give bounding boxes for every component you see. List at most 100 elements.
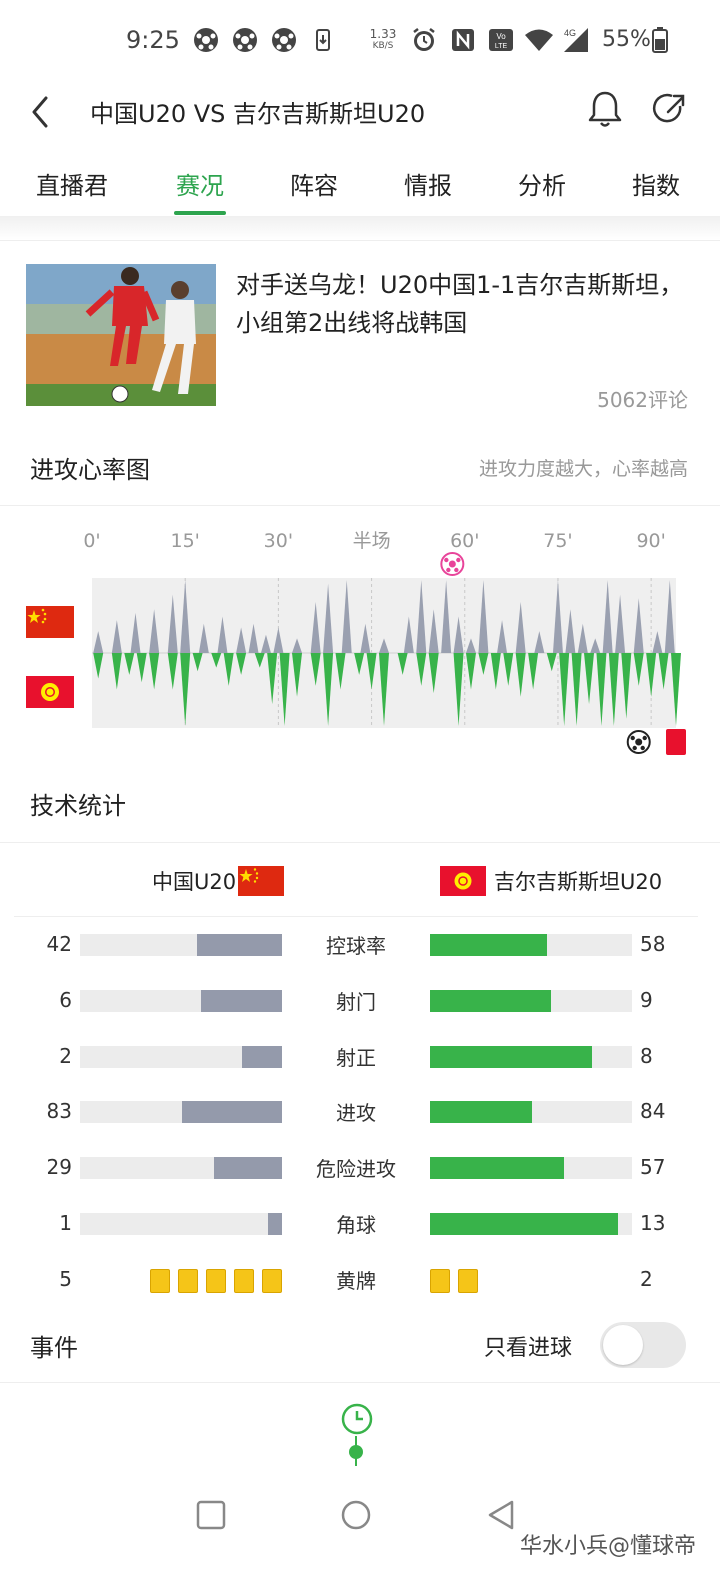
tab-lineup[interactable]: 阵容 bbox=[269, 166, 359, 201]
stat-home-value: 29 bbox=[46, 1155, 72, 1180]
news-thumbnail[interactable] bbox=[26, 264, 216, 406]
time-axis-label: 0' bbox=[83, 530, 100, 552]
signal-4g-icon: 4G bbox=[564, 28, 588, 52]
stat-label: 进攻 bbox=[336, 1101, 376, 1126]
tab-bar: 直播君 赛况 阵容 情报 分析 指数 bbox=[0, 150, 720, 216]
stat-away-value: 9 bbox=[640, 987, 653, 1012]
stat-row: 1 角球 13 bbox=[0, 1205, 720, 1245]
soccer-ball-icon bbox=[626, 730, 651, 754]
bell-icon[interactable] bbox=[586, 88, 624, 130]
download-icon bbox=[316, 29, 330, 51]
kyrgyzstan-flag-icon bbox=[440, 866, 486, 896]
tab-analysis[interactable]: 分析 bbox=[497, 166, 587, 201]
stat-home-value: 5 bbox=[59, 1267, 72, 1291]
home-stat-bar-fill bbox=[201, 989, 282, 1012]
home-stat-bar bbox=[80, 1157, 282, 1180]
svg-text:4G: 4G bbox=[564, 28, 576, 38]
stat-home-value: 83 bbox=[46, 1099, 72, 1124]
stat-label: 射正 bbox=[336, 1045, 376, 1070]
home-stat-bar bbox=[80, 989, 282, 1012]
away-stat-bar-fill bbox=[430, 1045, 592, 1068]
goals-only-toggle[interactable] bbox=[600, 1322, 686, 1368]
goals-only-label: 只看进球 bbox=[484, 1336, 573, 1361]
alarm-icon bbox=[413, 28, 435, 51]
time-axis-label: 30' bbox=[264, 530, 293, 552]
news-headline[interactable]: 对手送乌龙！U20中国1-1吉尔吉斯斯坦，小组第2出线将战韩国 bbox=[236, 266, 696, 342]
away-stat-bar bbox=[430, 1101, 632, 1124]
time-axis-labels: 0' 15' 30' 半场 60' 75' 90' bbox=[83, 530, 666, 552]
stat-row-yellow-cards: 5 黄牌 2 bbox=[0, 1261, 720, 1301]
home-stat-bar bbox=[80, 934, 282, 956]
home-stat-bar bbox=[80, 1101, 282, 1124]
stats-title: 技术统计 bbox=[30, 792, 126, 820]
stat-home-value: 2 bbox=[59, 1043, 72, 1068]
soccer-ball-icon bbox=[233, 28, 257, 52]
recent-apps-icon[interactable] bbox=[196, 1500, 226, 1530]
share-icon[interactable] bbox=[650, 88, 688, 130]
wifi-icon bbox=[525, 29, 553, 51]
red-card-icon bbox=[666, 729, 686, 755]
soccer-ball-icon bbox=[272, 28, 296, 52]
nav-back-icon[interactable] bbox=[486, 1499, 516, 1531]
tab-live[interactable]: 直播君 bbox=[27, 166, 117, 201]
tab-odds[interactable]: 指数 bbox=[611, 166, 701, 201]
away-stat-bar bbox=[430, 1213, 632, 1235]
battery-icon bbox=[652, 27, 668, 53]
toggle-knob bbox=[603, 1325, 643, 1365]
away-stat-bar bbox=[430, 1157, 632, 1180]
stat-label: 角球 bbox=[336, 1213, 376, 1237]
yellow-card-icon bbox=[430, 1269, 450, 1293]
yellow-card-icon bbox=[262, 1269, 282, 1293]
home-stat-bar bbox=[80, 1213, 282, 1235]
stat-home-value: 42 bbox=[46, 932, 72, 956]
home-stat-bar-fill bbox=[181, 1101, 282, 1124]
network-speed: 1.33 KB/S bbox=[368, 28, 398, 52]
yellow-card-icon bbox=[178, 1269, 198, 1293]
away-stat-bar-fill bbox=[430, 1157, 564, 1180]
status-time: 9:25 bbox=[126, 26, 180, 54]
home-team-name: 中国U20 bbox=[152, 870, 237, 894]
yellow-card-icon bbox=[150, 1269, 170, 1293]
svg-text:LTE: LTE bbox=[495, 43, 508, 50]
battery-percent: 55% bbox=[602, 27, 651, 52]
away-stat-bar bbox=[430, 989, 632, 1012]
divider bbox=[0, 240, 720, 241]
stat-away-value: 58 bbox=[640, 932, 666, 956]
stat-row: 29 危险进攻 57 bbox=[0, 1149, 720, 1189]
stat-label: 射门 bbox=[336, 989, 376, 1014]
home-stat-bar-fill bbox=[197, 934, 282, 956]
away-stat-bar-fill bbox=[430, 989, 552, 1012]
divider bbox=[0, 1382, 720, 1383]
time-axis-label: 15' bbox=[170, 530, 199, 552]
active-tab-indicator bbox=[174, 211, 226, 215]
news-comment-count: 5062评论 bbox=[597, 388, 688, 412]
attack-heart-rate-chart: 0' 15' 30' 半场 60' 75' 90' bbox=[26, 530, 686, 755]
svg-text:Vo: Vo bbox=[496, 32, 506, 41]
stat-row: 42 控球率 58 bbox=[0, 926, 720, 966]
chart-team-flags bbox=[26, 606, 74, 708]
home-icon[interactable] bbox=[340, 1499, 372, 1531]
soccer-ball-icon bbox=[194, 28, 218, 52]
kyrgyzstan-flag-icon bbox=[26, 676, 74, 708]
stat-away-value: 57 bbox=[640, 1155, 666, 1180]
time-axis-label: 半场 bbox=[353, 530, 391, 552]
events-title: 事件 bbox=[30, 1334, 78, 1362]
yellow-card-icon bbox=[234, 1269, 254, 1293]
divider bbox=[0, 842, 720, 843]
tab-bar-shadow bbox=[0, 216, 720, 240]
stat-away-value: 13 bbox=[640, 1211, 666, 1235]
home-stat-bar-fill bbox=[267, 1213, 282, 1235]
tab-match-status[interactable]: 赛况 bbox=[155, 166, 245, 201]
china-flag-icon bbox=[26, 606, 74, 638]
time-axis-label: 75' bbox=[543, 530, 572, 552]
tab-intel[interactable]: 情报 bbox=[383, 166, 473, 201]
away-stat-bar-fill bbox=[430, 934, 548, 956]
stat-label: 黄牌 bbox=[336, 1269, 376, 1293]
stat-away-value: 84 bbox=[640, 1099, 666, 1124]
volte-icon: Vo LTE bbox=[489, 29, 513, 51]
time-axis-label: 60' bbox=[450, 530, 479, 552]
yellow-card-icon bbox=[458, 1269, 478, 1293]
divider bbox=[0, 505, 720, 506]
network-speed-unit: KB/S bbox=[372, 41, 394, 51]
back-icon[interactable] bbox=[26, 92, 54, 132]
